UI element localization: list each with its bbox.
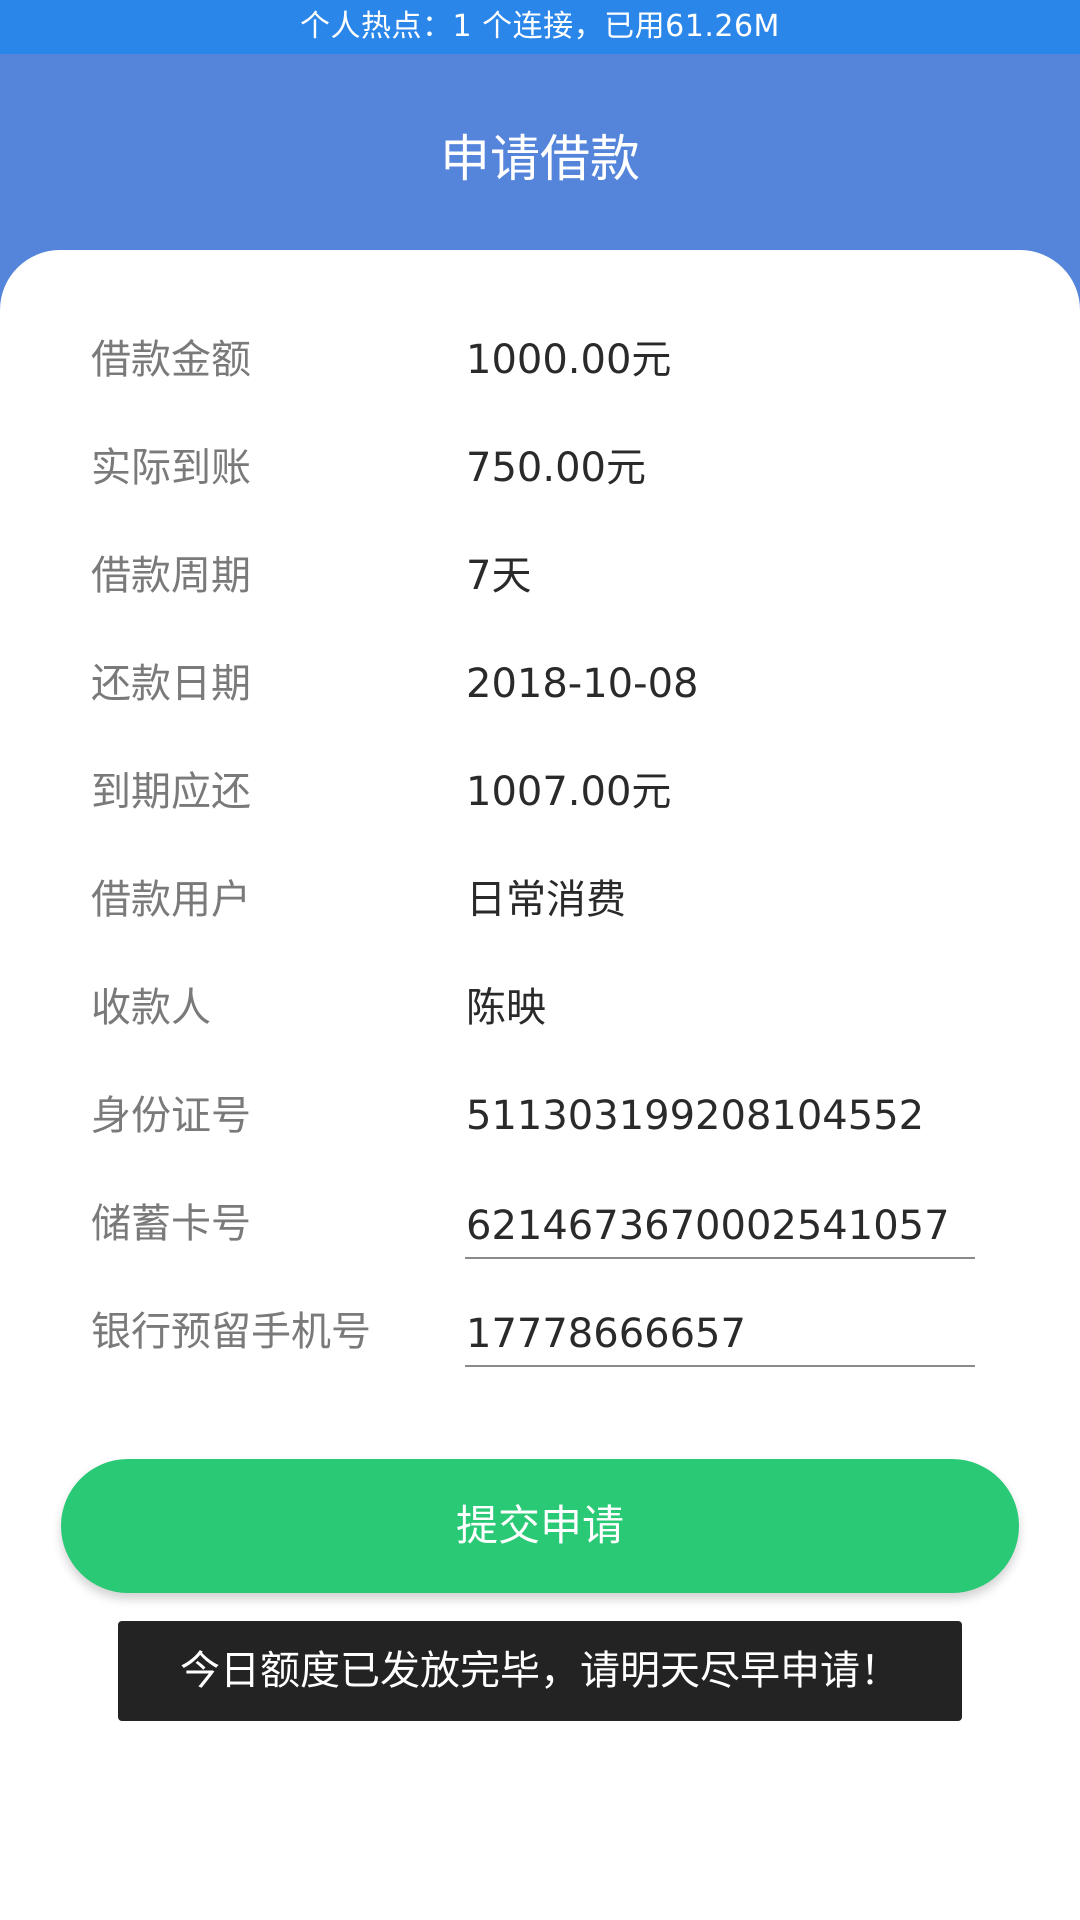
loan-period-value: 7天 bbox=[466, 553, 532, 599]
bank-phone-label: 银行预留手机号 bbox=[91, 1309, 371, 1355]
quota-exhausted-toast: 今日额度已发放完毕，请明天尽早申请！ bbox=[118, 1621, 962, 1721]
actual-received-value: 750.00元 bbox=[466, 445, 646, 491]
row-repayment-date: 还款日期 2018-10-08 bbox=[0, 649, 1080, 719]
loan-application-page: 个人热点：1 个连接，已用61.26M 申请借款 借款金额 1000.00元 实… bbox=[0, 0, 1080, 1920]
due-amount-label: 到期应还 bbox=[91, 769, 251, 815]
page-title: 申请借款 bbox=[440, 130, 640, 188]
bank-phone-input[interactable]: 17778666657 bbox=[465, 1297, 975, 1367]
loan-purpose-value: 日常消费 bbox=[466, 877, 626, 923]
id-number-label: 身份证号 bbox=[91, 1093, 251, 1139]
hotspot-status-bar: 个人热点：1 个连接，已用61.26M bbox=[0, 0, 1080, 54]
loan-amount-value: 1000.00元 bbox=[466, 337, 672, 383]
row-payee: 收款人 陈映 bbox=[0, 973, 1080, 1043]
payee-label: 收款人 bbox=[91, 985, 211, 1031]
row-loan-purpose: 借款用户 日常消费 bbox=[0, 865, 1080, 935]
due-amount-value: 1007.00元 bbox=[466, 769, 672, 815]
hotspot-status-text: 个人热点：1 个连接，已用61.26M bbox=[300, 9, 780, 44]
row-loan-period: 借款周期 7天 bbox=[0, 541, 1080, 611]
row-loan-amount: 借款金额 1000.00元 bbox=[0, 325, 1080, 395]
debit-card-label: 储蓄卡号 bbox=[91, 1201, 251, 1247]
row-bank-phone: 银行预留手机号 17778666657 bbox=[0, 1297, 1080, 1367]
row-due-amount: 到期应还 1007.00元 bbox=[0, 757, 1080, 827]
repayment-date-value: 2018-10-08 bbox=[466, 661, 699, 707]
row-debit-card: 储蓄卡号 6214673670002541057 bbox=[0, 1189, 1080, 1259]
row-id-number: 身份证号 511303199208104552 bbox=[0, 1081, 1080, 1151]
repayment-date-label: 还款日期 bbox=[91, 661, 251, 707]
loan-amount-label: 借款金额 bbox=[91, 337, 251, 383]
payee-value: 陈映 bbox=[466, 985, 546, 1031]
debit-card-input[interactable]: 6214673670002541057 bbox=[465, 1189, 975, 1259]
id-number-value: 511303199208104552 bbox=[466, 1093, 925, 1139]
submit-application-button[interactable]: 提交申请 bbox=[61, 1459, 1019, 1593]
loan-period-label: 借款周期 bbox=[91, 553, 251, 599]
row-actual-received: 实际到账 750.00元 bbox=[0, 433, 1080, 503]
loan-purpose-label: 借款用户 bbox=[91, 877, 251, 923]
actual-received-label: 实际到账 bbox=[91, 445, 251, 491]
